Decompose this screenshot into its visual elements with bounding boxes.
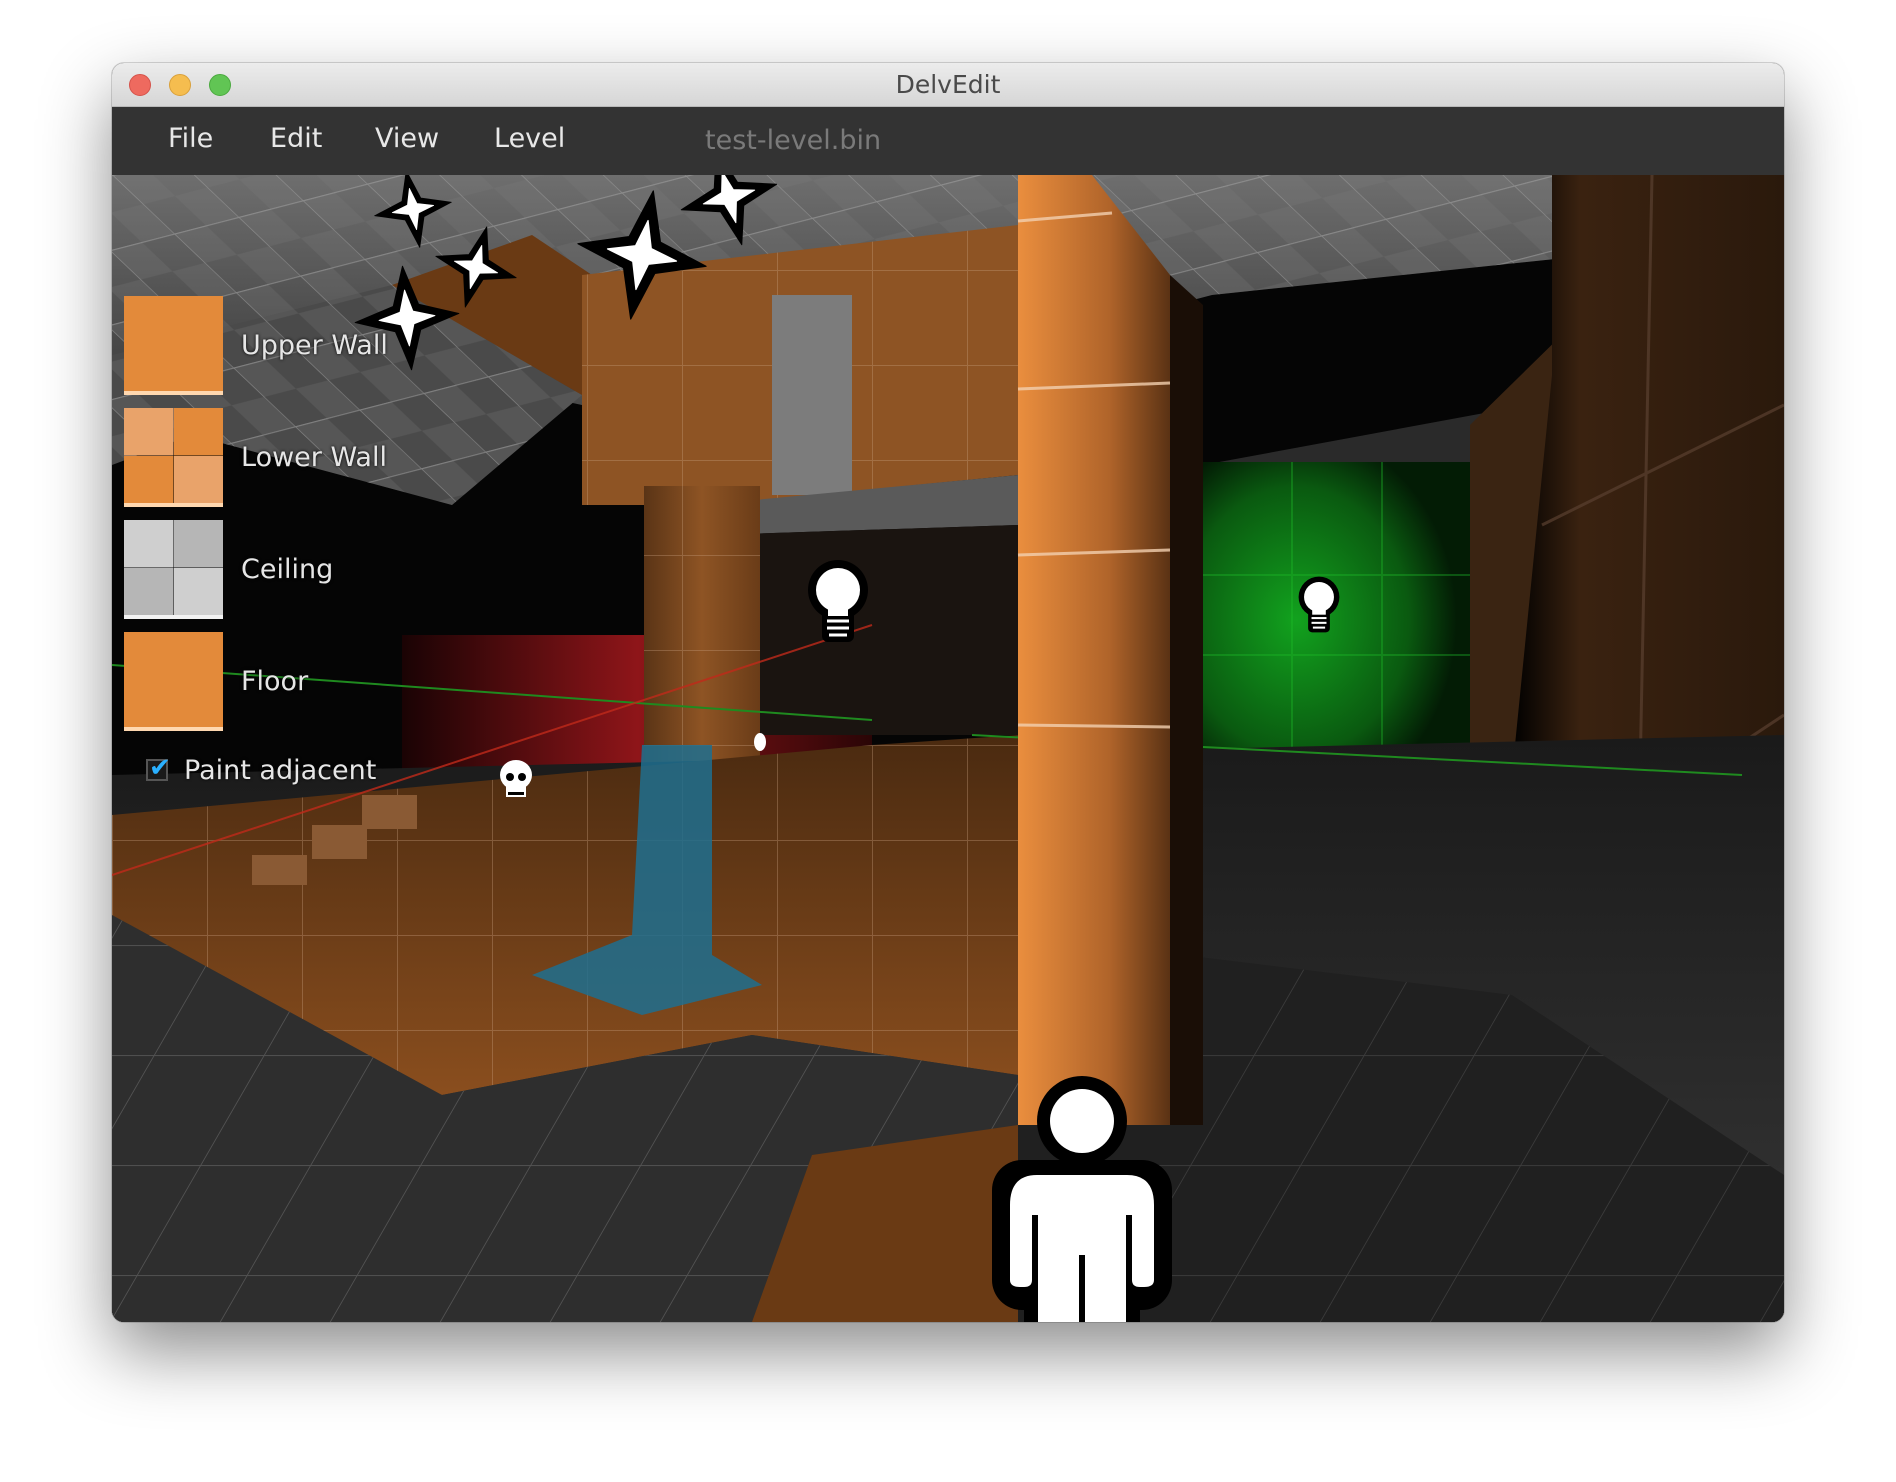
checkmark-icon: ✔ — [149, 753, 171, 783]
grey-wall-panel — [772, 295, 852, 495]
bench — [252, 855, 307, 885]
palette-lower-wall[interactable]: Lower Wall — [124, 408, 444, 508]
menu-bar: File Edit View Level test-level.bin — [112, 107, 1784, 175]
palette-ceiling[interactable]: Ceiling — [124, 520, 444, 620]
floor-label: Floor — [241, 666, 309, 697]
paint-adjacent-checkbox[interactable]: ✔ — [146, 753, 171, 783]
palette-upper-wall[interactable]: Upper Wall — [124, 296, 444, 396]
app-window: DelvEdit File Edit View Level test-level… — [112, 63, 1784, 1322]
lower-wall-label: Lower Wall — [241, 442, 387, 473]
front-pillar-shadow — [1170, 275, 1203, 1125]
upper-wall-label: Upper Wall — [241, 330, 388, 361]
lower-wall-swatch[interactable] — [124, 408, 223, 507]
front-pillar — [1018, 175, 1170, 1125]
menu-level[interactable]: Level — [494, 107, 565, 175]
title-bar: DelvEdit — [112, 63, 1784, 107]
palette-floor[interactable]: Floor — [124, 632, 444, 732]
green-lit-room — [1203, 462, 1470, 778]
bench — [312, 825, 367, 859]
menu-file[interactable]: File — [168, 107, 213, 175]
ceiling-swatch[interactable] — [124, 520, 223, 619]
menu-edit[interactable]: Edit — [270, 107, 322, 175]
current-filename: test-level.bin — [705, 125, 882, 156]
menu-view[interactable]: View — [375, 107, 439, 175]
3d-viewport[interactable]: Upper Wall Lower Wall Ceiling Floor ✔ Pa… — [112, 175, 1784, 1322]
paint-adjacent-label: Paint adjacent — [184, 755, 377, 786]
bench — [362, 795, 417, 829]
upper-wall-swatch[interactable] — [124, 296, 223, 395]
ceiling-label: Ceiling — [241, 554, 334, 585]
window-title: DelvEdit — [895, 70, 1001, 99]
floor-swatch[interactable] — [124, 632, 223, 731]
